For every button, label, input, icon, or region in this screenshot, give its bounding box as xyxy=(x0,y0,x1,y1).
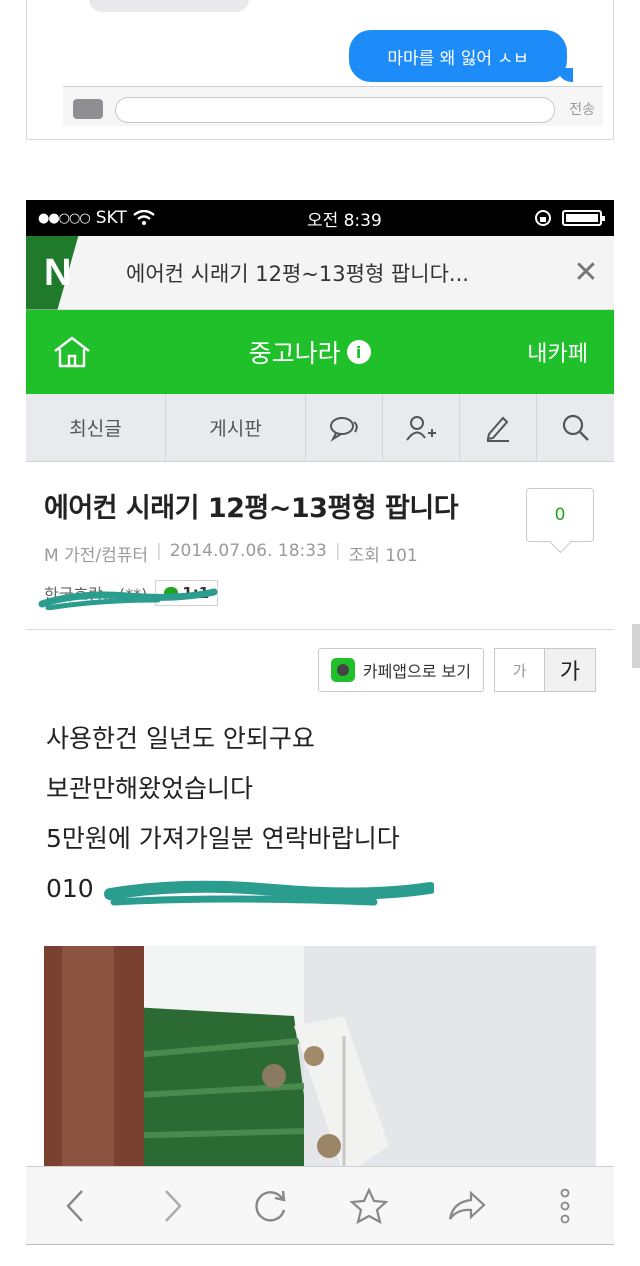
naver-logo: N xyxy=(26,235,96,310)
search-icon[interactable] xyxy=(537,394,614,461)
post-title: 에어컨 시래기 12평~13평형 팝니다 xyxy=(44,493,459,524)
font-size-toggle: 가 가 xyxy=(494,648,596,692)
chat-icon[interactable] xyxy=(306,394,383,461)
view-in-app-label: 카페앱으로 보기 xyxy=(362,662,471,681)
sent-message-text: 마마를 왜 잃어 ㅅㅂ xyxy=(387,48,529,69)
post-body-line: 사용한건 일년도 안되구요 xyxy=(46,724,315,753)
status-bar: ●●○○○ SKT 오전 8:39 xyxy=(26,200,614,236)
signal-icon: ●●○○○ xyxy=(38,210,91,226)
rotation-lock-icon xyxy=(535,210,551,226)
reload-icon[interactable] xyxy=(241,1188,301,1224)
comment-count-button[interactable]: 0 xyxy=(526,488,594,542)
back-icon[interactable] xyxy=(45,1189,105,1223)
bookmark-star-icon[interactable] xyxy=(339,1187,399,1224)
font-large-button[interactable]: 가 xyxy=(545,649,595,691)
share-arrow-icon[interactable] xyxy=(437,1189,497,1222)
phone-number-line: 010 xyxy=(46,864,614,914)
wifi-icon xyxy=(132,210,155,225)
info-icon[interactable]: i xyxy=(346,340,371,364)
my-cafe-link[interactable]: 내카페 xyxy=(527,336,588,368)
view-in-app-button[interactable]: 카페앱으로 보기 xyxy=(317,648,484,692)
cafe-tab-row: 최신글 게시판 xyxy=(26,394,614,462)
font-small-button[interactable]: 가 xyxy=(495,649,545,691)
post-body-line: 5만원에 가져가일분 연락바랍니다 xyxy=(46,824,400,853)
post-views: 조회 101 xyxy=(348,546,418,566)
phone-screenshot: ●●○○○ SKT 오전 8:39 N 에어컨 시래기 12평~13평형 팝니다… xyxy=(26,200,614,1245)
cafe-name[interactable]: 중고나라 i xyxy=(249,334,371,370)
camera-icon[interactable] xyxy=(73,99,103,119)
tab-board[interactable]: 게시판 xyxy=(166,394,306,461)
battery-icon xyxy=(562,210,605,226)
phone-prefix: 010 xyxy=(46,874,94,903)
write-pencil-icon[interactable] xyxy=(460,394,537,461)
cafe-header: 중고나라 i 내카페 xyxy=(26,310,614,394)
author-line: 한국호랑…(**) 1:1 xyxy=(38,580,596,610)
cafe-app-icon xyxy=(330,658,355,682)
redaction-scribble xyxy=(38,588,218,610)
post-body: 사용한건 일년도 안되구요 보관만해왔었습니다 5만원에 가져가일분 연락바랍니… xyxy=(26,692,614,914)
view-options: 카페앱으로 보기 가 가 xyxy=(26,630,614,692)
post-photo xyxy=(44,946,596,1176)
sent-message-bubble: 마마를 왜 잃어 ㅅㅂ xyxy=(349,30,573,82)
close-icon[interactable]: ✕ xyxy=(558,255,614,290)
more-menu-icon[interactable] xyxy=(535,1188,595,1224)
cafe-name-label: 중고나라 xyxy=(248,339,341,368)
browser-toolbar xyxy=(26,1166,614,1244)
forward-icon[interactable] xyxy=(143,1189,203,1223)
post-date: 2014.07.06. 18:33 xyxy=(169,541,327,561)
tab-latest[interactable]: 최신글 xyxy=(26,394,166,461)
add-member-icon[interactable] xyxy=(383,394,460,461)
browser-title-bar: N 에어컨 시래기 12평~13평형 팝니다... ✕ xyxy=(26,235,614,310)
carrier-label: SKT xyxy=(95,208,127,228)
home-icon[interactable] xyxy=(52,335,92,369)
redaction-scribble xyxy=(104,880,434,906)
message-input-bar: 전송 xyxy=(63,86,603,126)
send-button[interactable]: 전송 xyxy=(569,99,595,119)
post-category[interactable]: M 가전/컴퓨터 xyxy=(44,541,148,566)
post-body-line: 보관만해왔었습니다 xyxy=(46,774,254,803)
clock-label: 오전 8:39 xyxy=(306,210,382,231)
message-thread-snippet: 마마를 왜 잃어 ㅅㅂ 전송 xyxy=(26,0,614,140)
post-meta: M 가전/컴퓨터 | 2014.07.06. 18:33 | 조회 101 xyxy=(44,541,418,566)
received-message-bubble xyxy=(89,0,249,12)
page-title: 에어컨 시래기 12평~13평형 팝니다... xyxy=(126,261,469,286)
message-input[interactable] xyxy=(115,97,555,123)
post-header: 에어컨 시래기 12평~13평형 팝니다 0 M 가전/컴퓨터 | 2014.0… xyxy=(26,462,614,630)
comment-count: 0 xyxy=(554,505,566,525)
edge-mark xyxy=(632,624,640,668)
